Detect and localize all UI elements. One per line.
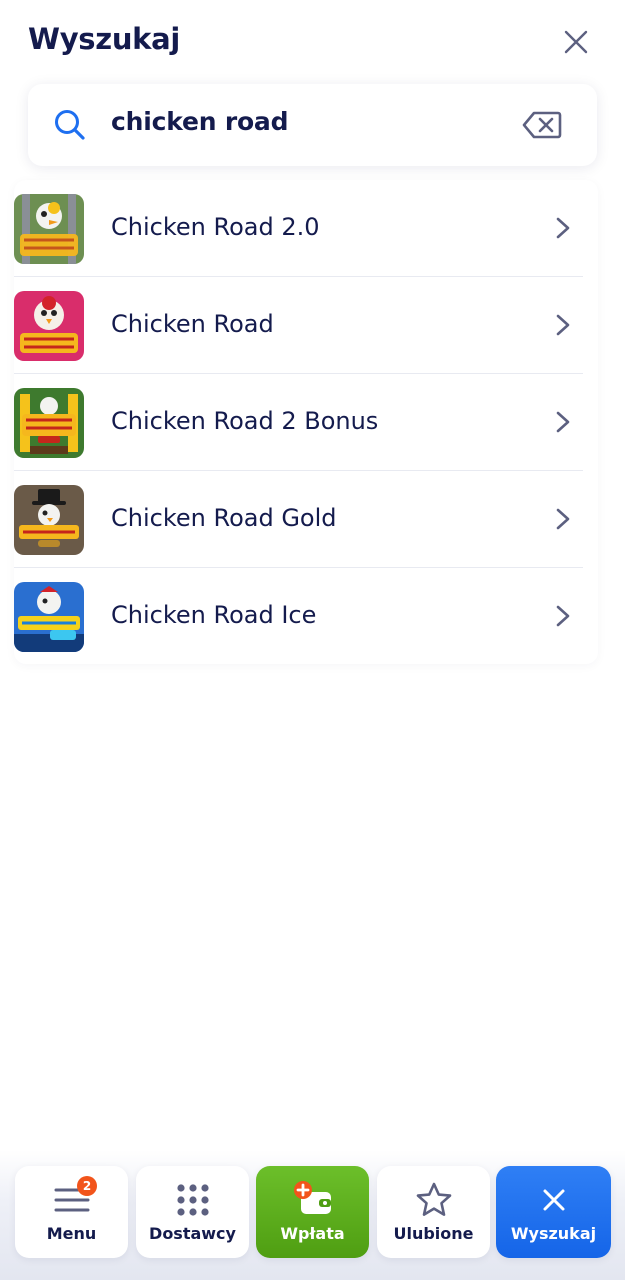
nav-providers-button[interactable]: Dostawcy (136, 1166, 249, 1258)
wallet-plus-icon (293, 1181, 331, 1214)
nav-favorites-button[interactable]: Ulubione (377, 1166, 490, 1258)
search-field[interactable]: chicken road (28, 84, 597, 166)
nav-label: Wyszukaj (510, 1224, 597, 1243)
result-label: Chicken Road 2 Bonus (111, 407, 379, 435)
close-button[interactable] (558, 24, 594, 60)
chevron-right-icon (556, 217, 570, 239)
search-input[interactable]: chicken road (111, 107, 288, 136)
chevron-right-icon (556, 605, 570, 627)
search-icon (55, 110, 85, 140)
notification-badge: 2 (77, 1176, 97, 1196)
nav-label: Wpłata (280, 1224, 345, 1243)
result-item-chicken-road-ice[interactable]: Chicken Road Ice (14, 568, 583, 665)
result-item-chicken-road-2-0[interactable]: Chicken Road 2.0 (14, 180, 583, 277)
chevron-right-icon (556, 314, 570, 336)
nav-label: Ulubione (393, 1224, 474, 1243)
result-label: Chicken Road Ice (111, 601, 317, 629)
result-item-chicken-road-2-bonus[interactable]: Chicken Road 2 Bonus (14, 374, 583, 471)
result-item-chicken-road[interactable]: Chicken Road (14, 277, 583, 374)
result-label: Chicken Road 2.0 (111, 213, 320, 241)
result-label: Chicken Road (111, 310, 274, 338)
close-icon (543, 1189, 564, 1211)
backspace-icon[interactable] (522, 110, 562, 140)
game-thumbnail (14, 194, 84, 264)
result-label: Chicken Road Gold (111, 504, 337, 532)
grid-dots-icon (176, 1184, 209, 1216)
game-thumbnail (14, 291, 84, 361)
nav-deposit-button[interactable]: Wpłata (256, 1166, 369, 1258)
nav-label: Menu (46, 1224, 97, 1243)
chevron-right-icon (556, 508, 570, 530)
result-item-chicken-road-gold[interactable]: Chicken Road Gold (14, 471, 583, 568)
game-thumbnail (14, 485, 84, 555)
nav-search-button[interactable]: Wyszukaj (496, 1166, 611, 1258)
game-thumbnail (14, 582, 84, 652)
nav-label: Dostawcy (149, 1224, 236, 1243)
nav-menu-button[interactable]: 2 Menu (15, 1166, 128, 1258)
chevron-right-icon (556, 411, 570, 433)
page-title: Wyszukaj (28, 22, 181, 56)
close-icon (564, 30, 588, 54)
search-header: Wyszukaj (0, 0, 625, 84)
game-thumbnail (14, 388, 84, 458)
star-icon (416, 1182, 451, 1216)
